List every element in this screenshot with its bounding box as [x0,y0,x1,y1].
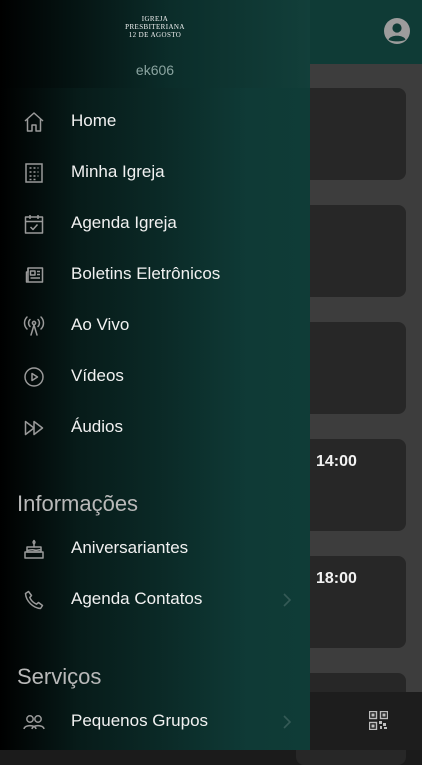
menu-item-label: Áudios [71,417,123,436]
section-title-informacoes: Informações [17,491,139,516]
event-card[interactable] [296,322,406,414]
logo-line: PRESBITERIANA [125,23,185,31]
username: ek606 [135,62,175,78]
event-card[interactable] [296,88,406,180]
menu-item-home[interactable]: Home [0,97,310,148]
event-time: 18:00 [316,570,357,587]
logo-line: IGREJA [141,15,169,23]
event-time: 14:00 [316,453,357,470]
phone-icon [22,588,46,612]
menu-item-pequenos-grupos[interactable]: Pequenos Grupos [0,697,310,748]
menu-item-aniversariantes[interactable]: Aniversariantes [0,524,310,575]
building-icon [22,161,46,185]
menu-item-label: Agenda Contatos [71,589,203,608]
menu-item-agenda-igreja[interactable]: Agenda Igreja [0,199,310,250]
broadcast-icon [22,314,46,338]
drawer-header: IGREJA PRESBITERIANA 12 DE AGOSTO ek606 [0,0,310,88]
drawer-menu: Home Minha Igreja Agenda Igreja Boletins… [0,88,310,750]
event-card[interactable] [296,205,406,297]
event-card[interactable]: 18:00 [296,556,406,648]
menu-item-label: Pequenos Grupos [71,711,209,730]
menu-item-label: Aniversariantes [71,538,189,557]
home-icon [22,110,46,134]
menu-item-label: Home [71,111,117,130]
church-logo: IGREJA PRESBITERIANA 12 DE AGOSTO [100,15,210,39]
calendar-check-icon [22,212,46,236]
menu-item-label: Minha Igreja [71,162,165,181]
menu-item-videos[interactable]: Vídeos [0,352,310,403]
chevron-right-icon [282,714,292,730]
menu-item-label: Agenda Igreja [71,213,177,232]
people-icon [22,710,46,734]
fast-forward-icon [22,416,46,440]
menu-item-minha-igreja[interactable]: Minha Igreja [0,148,310,199]
menu-item-ao-vivo[interactable]: Ao Vivo [0,301,310,352]
newspaper-icon [22,263,46,287]
play-circle-icon [22,365,46,389]
menu-item-label: Ao Vivo [71,315,130,334]
qr-code-icon[interactable] [369,711,388,730]
event-card[interactable]: 14:00 [296,439,406,531]
menu-item-label: Boletins Eletrônicos [71,264,221,283]
section-title-servicos: Serviços [17,664,102,689]
logo-line: 12 DE AGOSTO [128,31,182,39]
menu-item-audios[interactable]: Áudios [0,403,310,454]
menu-item-agenda-contatos[interactable]: Agenda Contatos [0,575,310,626]
cake-icon [22,537,46,561]
navigation-drawer: IGREJA PRESBITERIANA 12 DE AGOSTO ek606 … [0,0,310,750]
menu-item-label: Vídeos [71,366,124,385]
menu-item-boletins[interactable]: Boletins Eletrônicos [0,250,310,301]
chevron-right-icon [282,592,292,608]
profile-avatar-icon[interactable] [384,18,410,44]
